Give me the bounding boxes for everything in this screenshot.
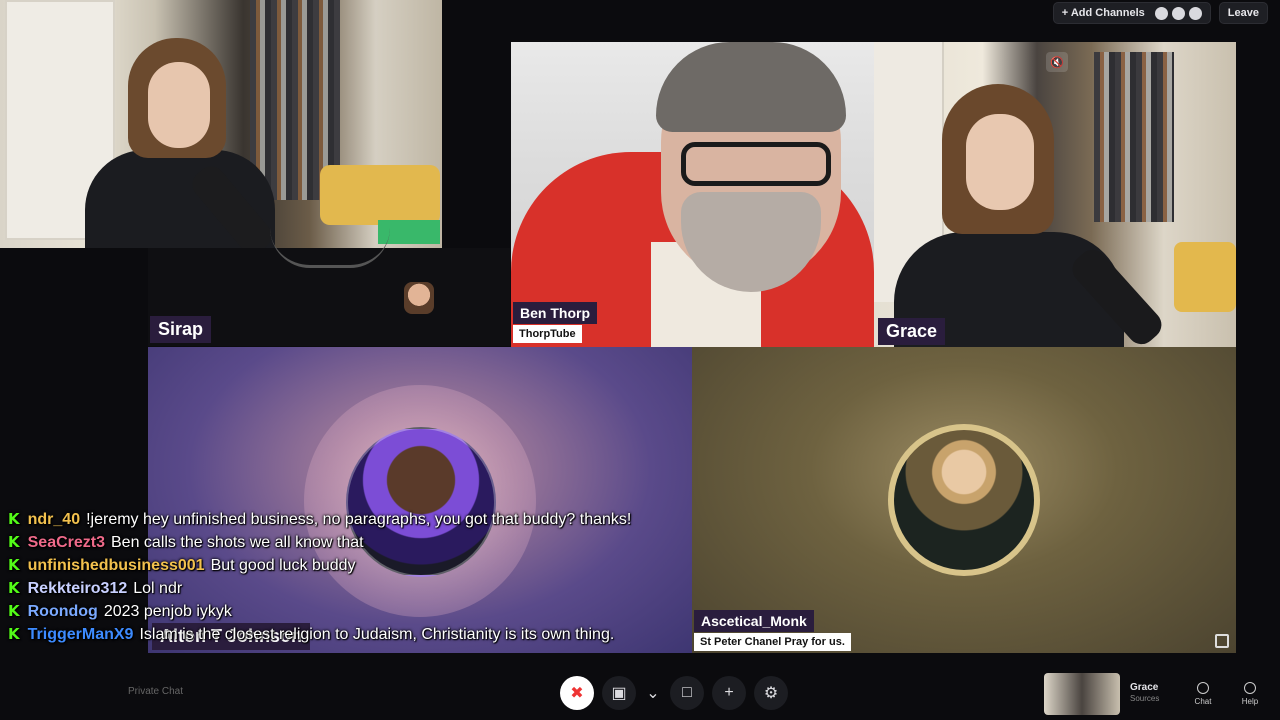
chat-message: Kunfinishedbusiness001 But good luck budd… (8, 558, 688, 574)
youtube-icon (1154, 6, 1168, 20)
chevron-down-icon[interactable]: ⌄ (644, 676, 662, 710)
closet (1094, 52, 1174, 222)
call-controls: ✖ ▣ ⌄ □ + ⚙ (560, 674, 788, 712)
monk-subtitle: St Peter Chanel Pray for us. (694, 633, 851, 651)
chat-text: But good luck buddy (210, 557, 356, 574)
chat-text: Islam is the closest religion to Judaism… (139, 626, 615, 643)
kick-icon: K (8, 533, 20, 551)
sirap-nametag: Sirap (150, 316, 212, 343)
chat-overlay: Kndr_40 !jeremy hey unfinished business, … (8, 512, 688, 650)
video-tile-grace[interactable]: Grace (874, 42, 1236, 347)
grace-nametag: Grace (878, 318, 946, 345)
speaker-muted-icon[interactable]: 🔇 (1046, 52, 1068, 72)
settings-gear-icon[interactable]: ⚙ (754, 676, 788, 710)
sirap-name: Sirap (150, 316, 212, 343)
chat-message: Kndr_40 !jeremy hey unfinished business, … (8, 512, 688, 528)
person-face (966, 114, 1034, 210)
help-label: Help (1241, 697, 1259, 706)
chat-icon (1197, 682, 1209, 694)
chat-message: K Rekkteiro312 Lol ndr (8, 581, 688, 597)
kick-icon: K (8, 602, 20, 620)
monk-avatar (894, 430, 1034, 570)
monk-nametag: Ascetical_Monk St Peter Chanel Pray for … (694, 610, 851, 651)
mic-muted-button[interactable]: ✖ (560, 676, 594, 710)
help-button[interactable]: Help (1229, 674, 1271, 714)
grace-name: Grace (878, 318, 946, 345)
chat-message: K TriggerManX9 Islam is the closest religi… (8, 627, 688, 643)
ben-hair (656, 42, 846, 132)
chat-username: Roondog (27, 603, 98, 620)
leave-button[interactable]: Leave (1218, 2, 1268, 24)
ben-nametag: Ben Thorp ThorpTube (513, 302, 597, 343)
clothes-pile (320, 165, 440, 225)
chat-username: Rekkteiro312 (27, 580, 128, 597)
add-button[interactable]: + (712, 676, 746, 710)
kick-icon: K (8, 625, 20, 643)
kick-icon: K (8, 579, 20, 597)
ben-subtitle: ThorpTube (513, 325, 582, 343)
screen-share-button[interactable]: □ (670, 676, 704, 710)
self-preview-thumbnail[interactable] (1044, 673, 1120, 715)
chat-username: TriggerManX9 (27, 626, 134, 643)
twitch-icon (1188, 6, 1202, 20)
chat-label: Chat (1194, 697, 1212, 706)
monk-name: Ascetical_Monk (694, 610, 814, 632)
chat-text: Lol ndr (133, 580, 183, 597)
video-tile-monk[interactable]: Ascetical_Monk St Peter Chanel Pray for … (692, 347, 1236, 653)
kick-icon: K (8, 510, 20, 528)
person-face (148, 62, 210, 148)
chat-username: SeaCrezt3 (27, 534, 105, 551)
camera-overlay-grace (0, 0, 442, 248)
ben-name: Ben Thorp (513, 302, 597, 324)
social-icons (1154, 6, 1202, 20)
facebook-icon (1171, 6, 1185, 20)
chat-text: Ben calls the shots we all know that (111, 534, 364, 551)
add-channels-label: + Add Channels (1061, 7, 1145, 19)
fullscreen-icon[interactable] (1215, 634, 1229, 648)
chat-text: !jeremy hey unfinished business, no para… (86, 511, 632, 528)
leave-label: Leave (1227, 7, 1259, 19)
top-bar: + Add Channels Leave (1052, 0, 1280, 26)
sirap-avatar (404, 282, 434, 314)
add-channels-button[interactable]: + Add Channels (1052, 2, 1211, 24)
help-icon (1244, 682, 1256, 694)
kick-icon: K (8, 556, 20, 574)
camera-button[interactable]: ▣ (602, 676, 636, 710)
self-sources[interactable]: Sources (1130, 694, 1159, 703)
private-chat-label[interactable]: Private Chat (128, 686, 183, 697)
chat-message: K Roondog 2023 penjob iykyk (8, 604, 688, 620)
self-name: Grace (1130, 682, 1159, 693)
chat-username: ndr_40 (27, 511, 81, 528)
chat-button[interactable]: Chat (1182, 674, 1224, 714)
clothes-pile (1174, 242, 1236, 312)
chat-text: 2023 penjob iykyk (103, 603, 232, 620)
chat-message: K SeaCrezt3 Ben calls the shots we all kno… (8, 535, 688, 551)
video-tile-ben[interactable]: Ben Thorp ThorpTube (511, 42, 874, 347)
ben-glasses (681, 142, 831, 186)
chat-username: unfinishedbusiness001 (27, 557, 205, 574)
